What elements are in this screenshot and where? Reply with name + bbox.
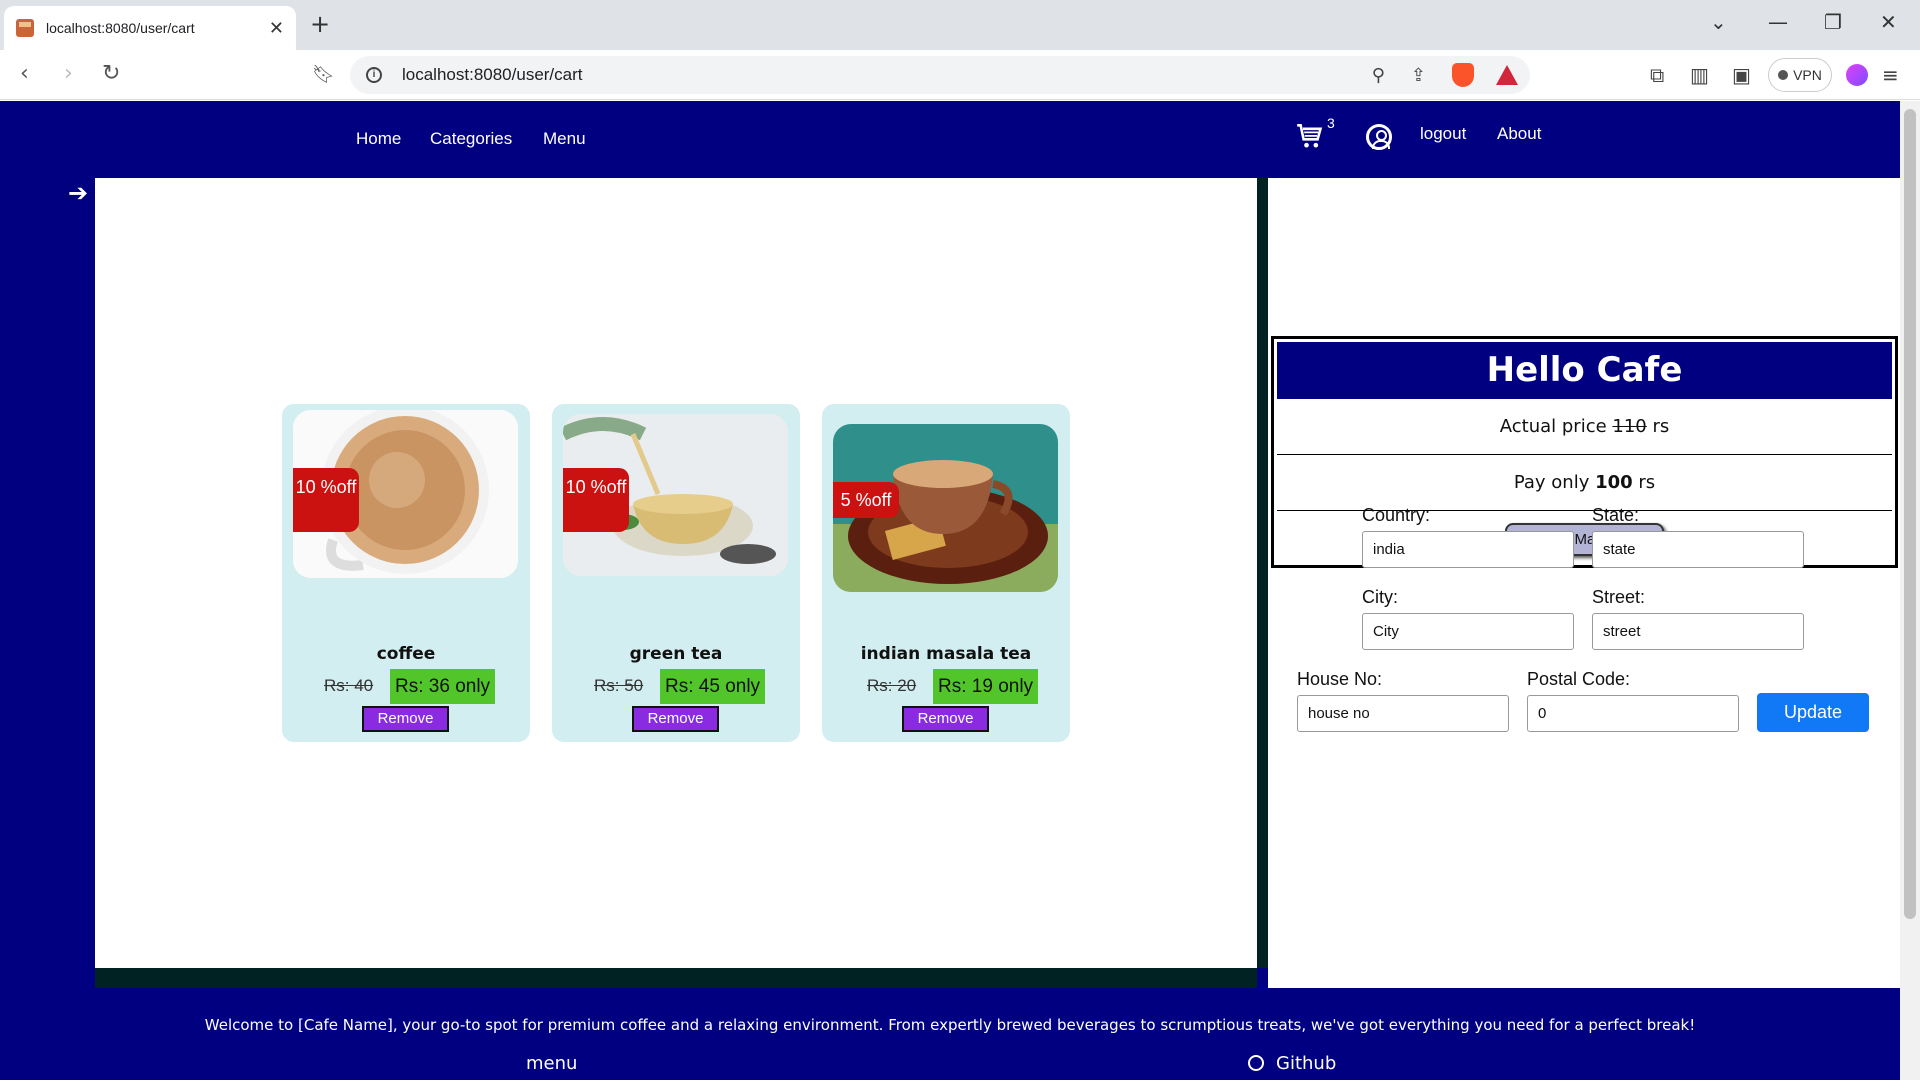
country-input[interactable]	[1362, 531, 1574, 568]
postal-code-input[interactable]	[1527, 695, 1739, 732]
remove-button[interactable]: Remove	[632, 706, 719, 732]
zoom-icon[interactable]: ⚲	[1372, 65, 1385, 86]
house-no-input[interactable]	[1297, 695, 1509, 732]
minimize-icon[interactable]: —	[1768, 10, 1788, 34]
footer-text: Welcome to [Cafe Name], your go-to spot …	[204, 1016, 1696, 1034]
state-label: State:	[1592, 505, 1640, 525]
github-icon	[1248, 1055, 1264, 1071]
cart-item-card: 10 %off coffee Rs: 40 Rs: 36 only Remove	[282, 404, 530, 742]
state-input[interactable]	[1592, 531, 1804, 568]
cart-count-badge: 3	[1327, 115, 1335, 131]
old-price: Rs: 40	[324, 676, 374, 695]
browser-menu-icon[interactable]: ≡	[1882, 63, 1899, 87]
street-input[interactable]	[1592, 613, 1804, 650]
browser-tab[interactable]: localhost:8080/user/cart ✕	[4, 6, 296, 50]
discount-badge: 10 %off	[563, 468, 629, 532]
close-window-icon[interactable]: ✕	[1880, 10, 1897, 34]
bookmark-icon[interactable]: 🔖︎	[312, 64, 335, 85]
address-bar[interactable]: i localhost:8080/user/cart ⚲ ⇪	[350, 56, 1530, 94]
item-name: indian masala tea	[860, 644, 1032, 664]
house-no-label: House No:	[1297, 669, 1383, 689]
reload-icon[interactable]: ↻	[102, 61, 120, 86]
panel-divider	[1257, 178, 1268, 968]
nav-menu[interactable]: Menu	[543, 129, 586, 149]
scrollbar-thumb[interactable]	[1904, 109, 1916, 919]
github-label: Github	[1276, 1053, 1337, 1074]
forward-icon[interactable]: ›	[64, 61, 73, 86]
actual-price-unit: rs	[1646, 416, 1670, 437]
url-text[interactable]: localhost:8080/user/cart	[402, 65, 1372, 85]
nav-categories[interactable]: Categories	[430, 129, 512, 149]
actual-price-value: 110	[1612, 416, 1647, 437]
nav-about[interactable]: About	[1497, 124, 1541, 144]
nav-logout[interactable]: logout	[1420, 124, 1466, 144]
share-icon[interactable]: ⇪	[1411, 65, 1426, 86]
footer-menu-link[interactable]: menu	[526, 1053, 577, 1074]
postal-code-label: Postal Code:	[1527, 669, 1631, 689]
nav-home[interactable]: Home	[356, 129, 401, 149]
old-price: Rs: 50	[594, 676, 644, 695]
pay-price-row: Pay only 100 rs	[1277, 455, 1892, 511]
extensions-icon[interactable]: ⧉	[1650, 63, 1664, 87]
wallet-icon[interactable]: ▣	[1732, 63, 1751, 87]
discount-badge: 5 %off	[833, 482, 899, 518]
site-info-icon[interactable]: i	[366, 67, 382, 83]
item-name: coffee	[376, 644, 436, 664]
tab-title: localhost:8080/user/cart	[46, 20, 195, 36]
browser-toolbar: ‹ › ↻ 🔖︎ i localhost:8080/user/cart ⚲ ⇪ …	[0, 50, 1920, 100]
cart-icon[interactable]	[1296, 123, 1324, 151]
actual-price-label: Actual price	[1499, 416, 1613, 437]
page-scrollbar[interactable]	[1900, 101, 1920, 1080]
street-label: Street:	[1592, 587, 1646, 607]
vpn-button[interactable]: VPN	[1768, 58, 1832, 92]
discount-badge: 10 %off	[293, 468, 359, 532]
city-input[interactable]	[1362, 613, 1574, 650]
discounted-price: Rs: 19 only	[933, 669, 1039, 704]
new-tab-icon[interactable]: +	[310, 10, 330, 38]
account-icon[interactable]	[1366, 124, 1392, 150]
remove-button[interactable]: Remove	[902, 706, 989, 732]
actual-price-row: Actual price 110 rs	[1277, 399, 1892, 455]
remove-button[interactable]: Remove	[362, 706, 449, 732]
vpn-label: VPN	[1793, 67, 1822, 83]
brave-rewards-icon[interactable]	[1496, 65, 1518, 85]
checkout-panel	[1268, 178, 1900, 988]
vpn-status-icon	[1778, 70, 1789, 80]
update-address-button[interactable]: Update	[1757, 693, 1869, 732]
pay-price-value: 100	[1595, 472, 1633, 493]
app-page: Home Categories Menu 3 logout About ➔ 10…	[0, 101, 1900, 1080]
restore-icon[interactable]: ❐	[1824, 10, 1842, 34]
sidebar-icon[interactable]: ▥	[1690, 63, 1709, 87]
profile-icon[interactable]	[1846, 64, 1868, 86]
cart-item-card: 10 %off green tea Rs: 50 Rs: 45 only Rem…	[552, 404, 800, 742]
favicon-icon	[16, 19, 34, 37]
old-price: Rs: 20	[867, 676, 917, 695]
tab-list-icon[interactable]: ⌄	[1710, 10, 1727, 34]
back-icon[interactable]: ‹	[20, 61, 29, 86]
cart-panel-bottom-bar	[95, 968, 1257, 988]
country-label: Country:	[1362, 505, 1431, 525]
discounted-price: Rs: 36 only	[390, 669, 496, 704]
pay-price-unit: rs	[1632, 472, 1656, 493]
browser-tab-bar: localhost:8080/user/cart ✕ + ⌄ — ❐ ✕	[0, 0, 1920, 50]
footer-github-link[interactable]: Github	[1248, 1053, 1336, 1074]
summary-title: Hello Cafe	[1277, 342, 1892, 399]
sidebar-toggle-arrow-icon[interactable]: ➔	[68, 179, 88, 207]
discounted-price: Rs: 45 only	[660, 669, 766, 704]
city-label: City:	[1362, 587, 1398, 607]
item-name: green tea	[629, 644, 723, 664]
cart-item-card: 5 %off indian masala tea Rs: 20 Rs: 19 o…	[822, 404, 1070, 742]
brave-shield-icon[interactable]	[1452, 63, 1474, 87]
pay-price-label: Pay only	[1513, 472, 1596, 493]
close-tab-icon[interactable]: ✕	[269, 18, 284, 39]
